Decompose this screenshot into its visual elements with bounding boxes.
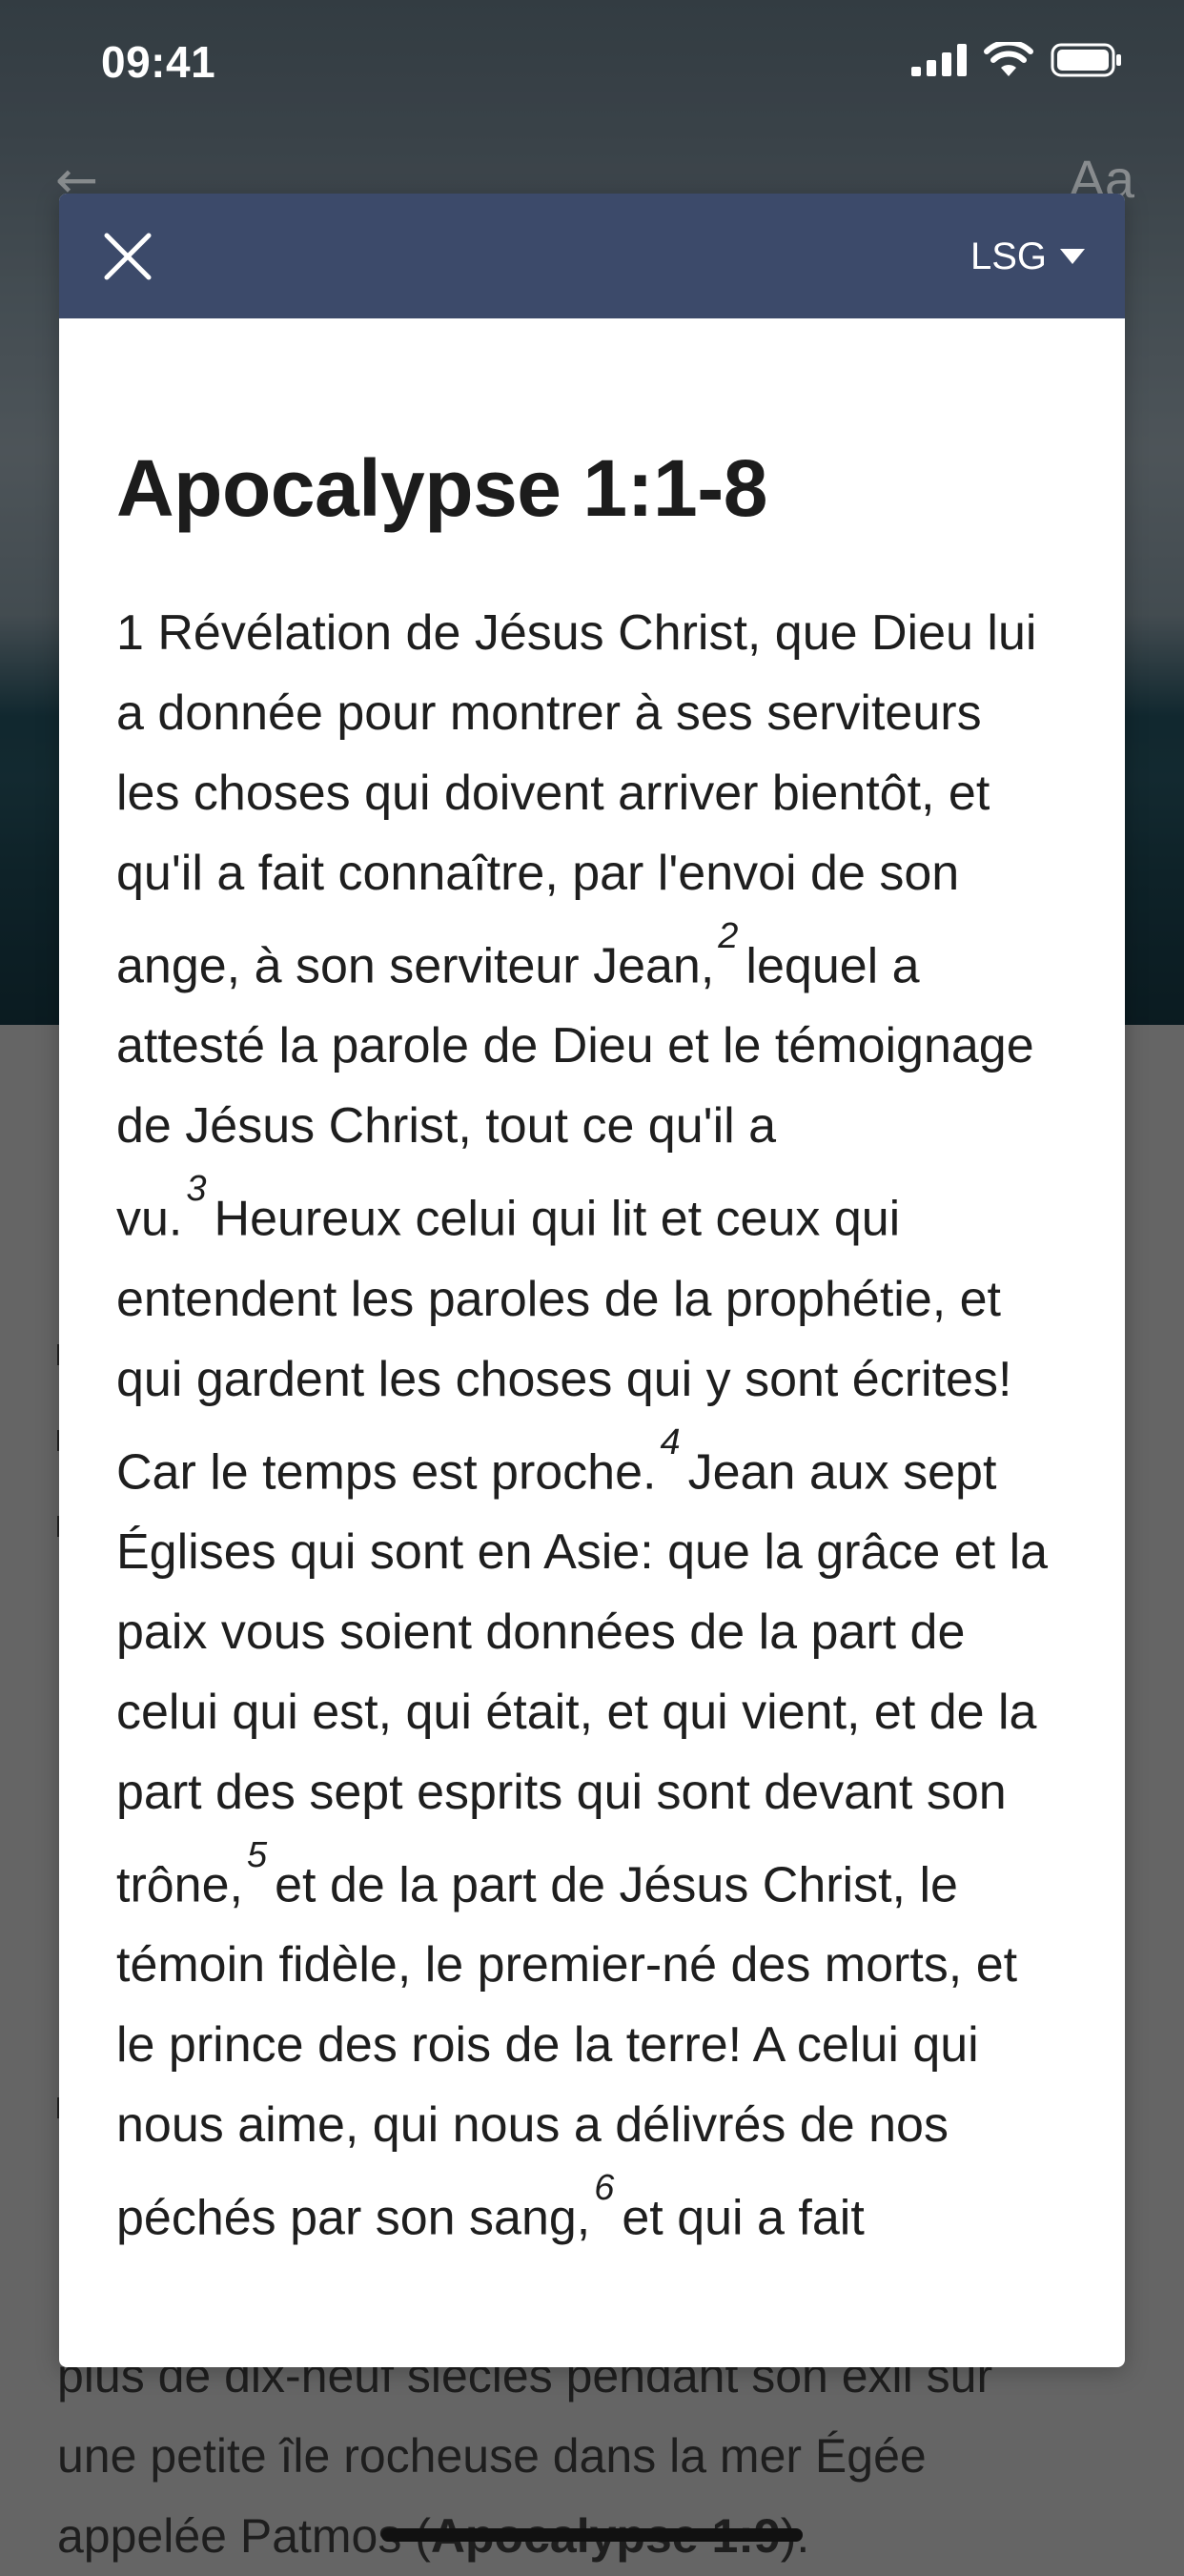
verse-text: et de la part de Jésus Christ, le témoin… bbox=[116, 1857, 1018, 2246]
scripture-modal: LSG Apocalypse 1:1-8 1 Révélation de Jés… bbox=[59, 194, 1125, 2367]
home-indicator[interactable] bbox=[381, 2528, 803, 2542]
cellular-signal-icon bbox=[911, 44, 967, 76]
verse-text: et qui a fait bbox=[622, 2190, 865, 2246]
verse-number: 4 bbox=[660, 1421, 681, 1462]
verse-number: 6 bbox=[594, 2168, 615, 2209]
passage-title: Apocalypse 1:1-8 bbox=[116, 443, 767, 533]
status-time: 09:41 bbox=[101, 37, 216, 87]
status-bar: 09:41 bbox=[0, 0, 1184, 126]
caret-down-icon bbox=[1060, 249, 1085, 264]
passage-text: 1 Révélation de Jésus Christ, que Dieu l… bbox=[116, 536, 1058, 2259]
status-icons bbox=[911, 42, 1123, 78]
verse-text: Révélation de Jésus Christ, que Dieu lui… bbox=[116, 605, 1037, 994]
verse-number: 5 bbox=[246, 1834, 268, 1875]
verse-number: 1 bbox=[116, 605, 144, 661]
bible-version-selector[interactable]: LSG bbox=[970, 230, 1085, 283]
close-button[interactable] bbox=[93, 222, 162, 291]
modal-header: LSG bbox=[59, 194, 1125, 318]
battery-icon bbox=[1051, 43, 1121, 77]
background-article-text: appelée Patmos ( bbox=[57, 2509, 431, 2563]
wifi-icon bbox=[984, 42, 1033, 76]
modal-body: Apocalypse 1:1-8 1 Révélation de Jésus C… bbox=[59, 318, 1125, 2259]
verse-number: 2 bbox=[718, 916, 739, 956]
close-icon bbox=[104, 233, 152, 280]
bible-version-label: LSG bbox=[970, 235, 1047, 277]
background-article-line: une petite île rocheuse dans la mer Égée bbox=[57, 2429, 927, 2483]
verse-number: 3 bbox=[186, 1169, 207, 1210]
